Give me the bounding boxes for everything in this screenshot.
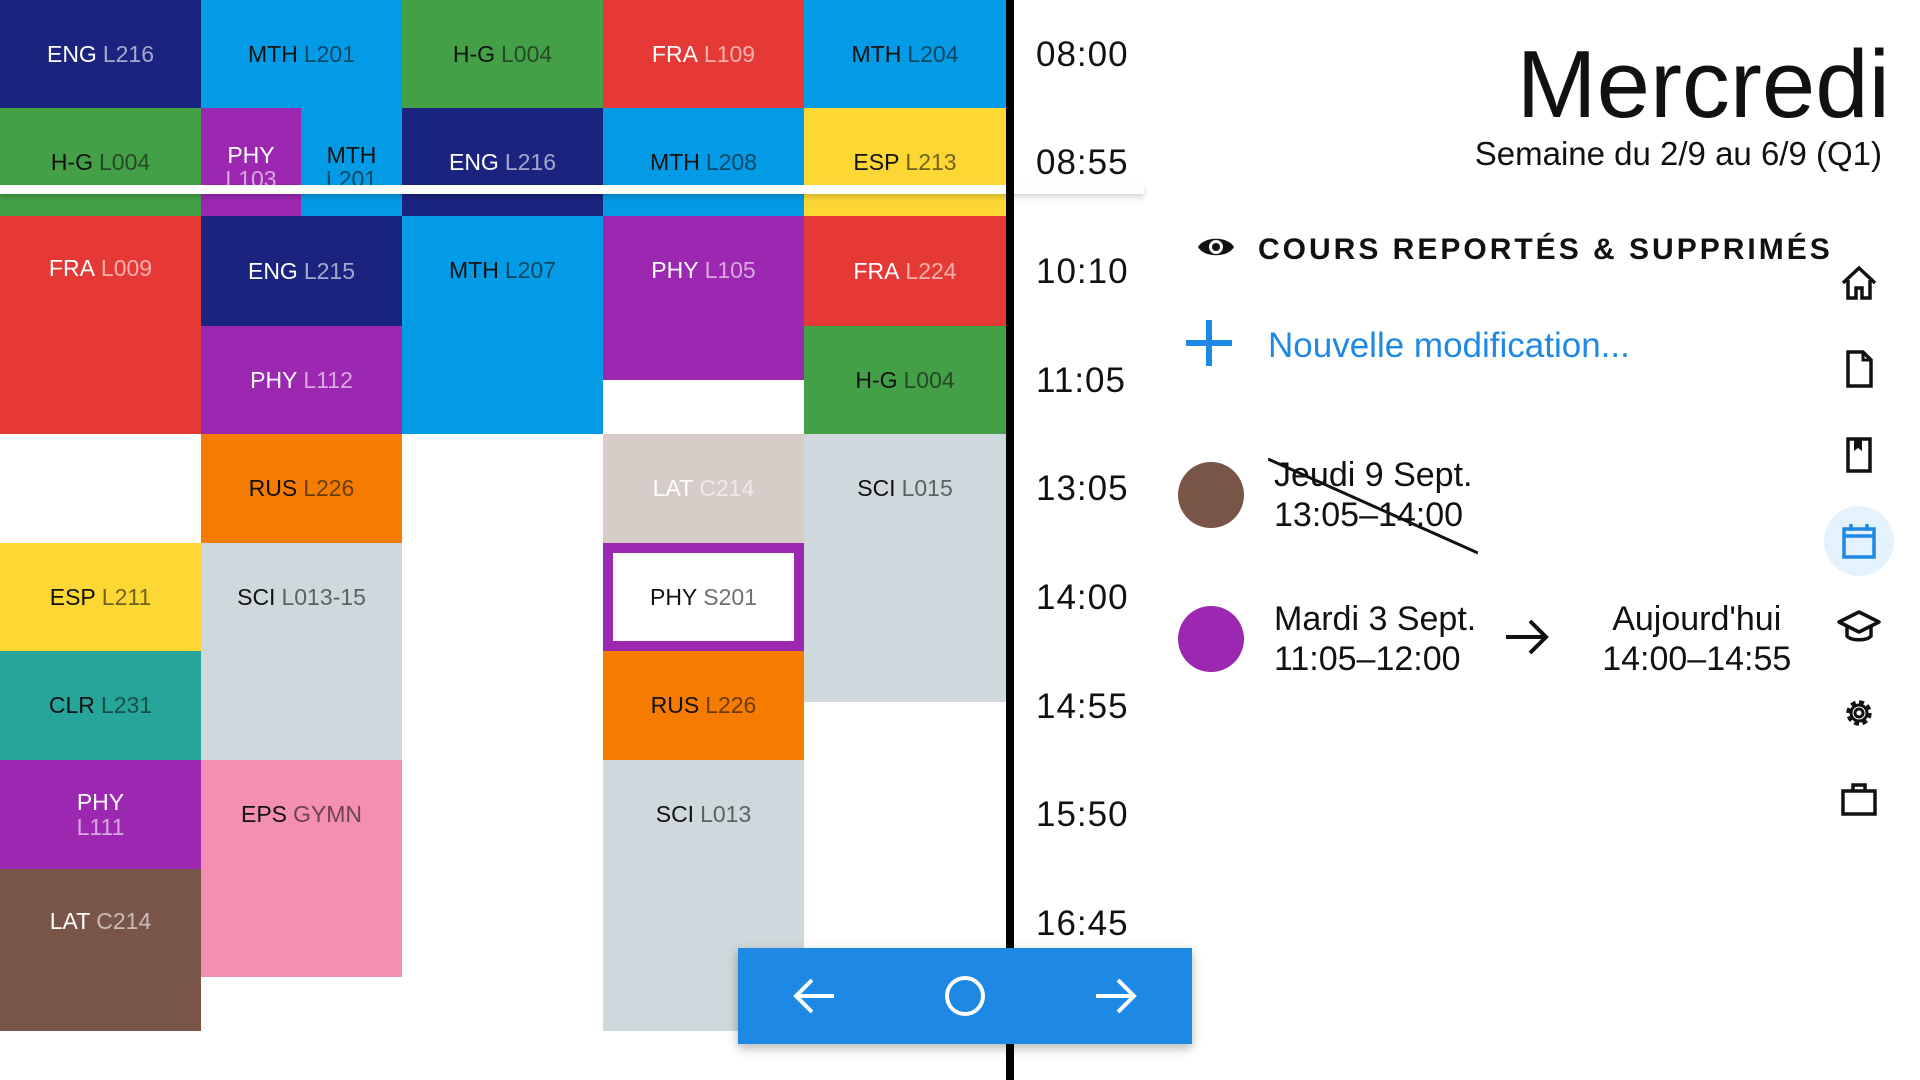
nav-calendar[interactable] (1824, 506, 1894, 576)
course-cell[interactable]: EPS GYMN (201, 760, 402, 977)
change-text: Mardi 3 Sept. 11:05–12:00 (1274, 599, 1476, 679)
target-date: Aujourd'hui (1612, 600, 1782, 638)
course-cell[interactable]: PHY L103 (201, 108, 301, 216)
current-time-indicator (0, 185, 1144, 194)
course-cell[interactable]: MTH L207 (402, 216, 603, 434)
course-color-dot (1178, 462, 1244, 528)
circle-icon (944, 976, 985, 1016)
new-modification-button[interactable]: Nouvelle modification... (1184, 318, 1630, 373)
nav-home[interactable] (1824, 248, 1894, 318)
course-cell[interactable]: ESP L213 (804, 108, 1006, 216)
today-button[interactable] (920, 951, 1010, 1041)
moved-course-item[interactable]: Mardi 3 Sept. 11:05–12:00 Aujourd'hui 14… (1178, 599, 1791, 679)
course-cell[interactable]: H-G L004 (402, 0, 603, 108)
time-label: 10:10 (1036, 252, 1129, 291)
timetable-grid: ENG L216 H-G L004 FRA L009 ESP L211 CLR L231 … (0, 0, 1008, 1080)
course-color-dot (1178, 606, 1244, 672)
eye-icon (1196, 232, 1236, 267)
course-cell[interactable]: MTH L204 (804, 0, 1006, 108)
next-day-button[interactable] (1071, 951, 1161, 1041)
course-cell[interactable]: MTH L201 (201, 0, 402, 108)
time-label: 08:00 (1036, 35, 1129, 74)
target-time: 14:00–14:55 (1602, 640, 1792, 678)
calendar-icon (1842, 524, 1876, 559)
home-icon (1841, 265, 1877, 300)
course-cell[interactable]: PHY L105 (603, 216, 804, 380)
course-cell[interactable]: FRA L224 (804, 216, 1006, 326)
nav-courses[interactable] (1824, 592, 1894, 662)
previous-day-button[interactable] (769, 951, 859, 1041)
new-modification-label: Nouvelle modification... (1268, 325, 1630, 365)
nav-documents[interactable] (1824, 334, 1894, 404)
course-cell[interactable]: ENG L216 (0, 0, 201, 108)
time-label: 11:05 (1036, 361, 1126, 400)
nav-settings[interactable] (1824, 678, 1894, 748)
change-time: 11:05–12:00 (1274, 640, 1461, 678)
week-range: Semaine du 2/9 au 6/9 (Q1) (1474, 135, 1882, 172)
change-target: Aujourd'hui 14:00–14:55 (1602, 599, 1791, 679)
course-cell[interactable]: SCI L015 (804, 434, 1006, 702)
nav-work[interactable] (1824, 764, 1894, 834)
time-label: 08:55 (1036, 143, 1129, 182)
course-cell-cancelled[interactable]: LAT C214 (603, 434, 804, 543)
plus-icon (1184, 318, 1234, 373)
time-label: 14:55 (1036, 687, 1129, 726)
course-cell[interactable]: MTH L208 (603, 108, 804, 216)
arrow-right-icon (1504, 617, 1550, 662)
course-cell[interactable]: ENG L215 (201, 216, 402, 326)
change-text: Jeudi 9 Sept. 13:05–14:00 (1268, 455, 1478, 555)
course-cell[interactable]: H-G L004 (804, 326, 1006, 434)
strikethrough-mark (1268, 457, 1478, 555)
course-cell[interactable]: PHY L111 (0, 760, 201, 869)
course-cell[interactable]: RUS L226 (603, 651, 804, 760)
timeline-divider (1006, 0, 1014, 1080)
briefcase-icon (1841, 783, 1877, 816)
course-cell[interactable]: PHY L112 (201, 326, 402, 434)
course-cell[interactable]: SCI L013-15 (201, 543, 402, 760)
course-cell[interactable]: H-G L004 (0, 108, 201, 216)
course-cell[interactable]: ENG L216 (402, 108, 603, 216)
changes-section-header: COURS REPORTÉS & SUPPRIMÉS (1196, 232, 1833, 267)
time-label: 13:05 (1036, 469, 1129, 508)
time-label: 14:00 (1036, 578, 1129, 617)
settings-icon (1846, 700, 1872, 726)
cancelled-course-item[interactable]: Jeudi 9 Sept. 13:05–14:00 (1178, 455, 1478, 555)
time-label: 15:50 (1036, 795, 1129, 834)
course-cell[interactable]: MTH L201 (301, 108, 402, 216)
nav-notes[interactable] (1824, 420, 1894, 490)
course-cell[interactable]: RUS L226 (201, 434, 402, 543)
arrow-right-icon (1096, 978, 1138, 1014)
time-label: 16:45 (1036, 904, 1129, 943)
course-cell[interactable]: LAT C214 (0, 869, 201, 1031)
arrow-left-icon (792, 978, 834, 1014)
section-title: COURS REPORTÉS & SUPPRIMÉS (1258, 232, 1833, 266)
course-cell[interactable]: CLR L231 (0, 651, 201, 760)
course-cell[interactable]: FRA L009 (0, 216, 201, 434)
course-cell[interactable]: ESP L211 (0, 543, 201, 651)
document-icon (1846, 350, 1873, 388)
course-cell-moved[interactable]: PHY S201 (603, 543, 804, 651)
bottom-navigation-bar (738, 948, 1192, 1044)
day-title: Mercredi (1516, 31, 1890, 138)
change-date: Mardi 3 Sept. (1274, 600, 1477, 638)
course-cell[interactable]: FRA L109 (603, 0, 804, 108)
book-icon (1846, 437, 1872, 473)
graduation-cap-icon (1837, 610, 1881, 642)
